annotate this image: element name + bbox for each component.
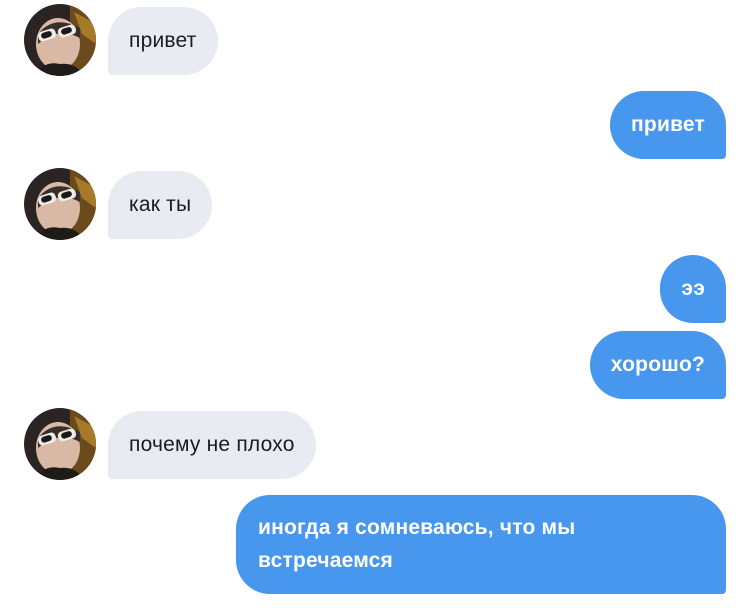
avatar-photo-icon (24, 408, 96, 480)
chat-thread: привет привет как ты ээ хорошо? почему н… (0, 0, 750, 614)
incoming-message[interactable]: как ты (108, 171, 213, 239)
outgoing-message[interactable]: ээ (660, 255, 726, 323)
message-text: ээ (681, 277, 705, 300)
contact-avatar[interactable] (24, 168, 96, 240)
outgoing-message[interactable]: привет (610, 91, 726, 159)
message-text: как ты (129, 193, 192, 216)
incoming-message[interactable]: привет (108, 7, 218, 75)
outgoing-message[interactable]: хорошо? (589, 331, 726, 399)
contact-avatar[interactable] (24, 408, 96, 480)
avatar-photo-icon (24, 168, 96, 240)
avatar-photo-icon (24, 4, 96, 76)
message-text: хорошо? (610, 353, 705, 376)
message-text: привет (129, 29, 197, 52)
message-text: привет (631, 113, 705, 136)
message-text: иногда я сомневаюсь, что мы встречаемся (258, 516, 576, 572)
contact-avatar[interactable] (24, 4, 96, 76)
outgoing-message[interactable]: иногда я сомневаюсь, что мы встречаемся (236, 495, 726, 594)
message-text: почему не плохо (129, 433, 295, 456)
incoming-message[interactable]: почему не плохо (108, 411, 316, 479)
